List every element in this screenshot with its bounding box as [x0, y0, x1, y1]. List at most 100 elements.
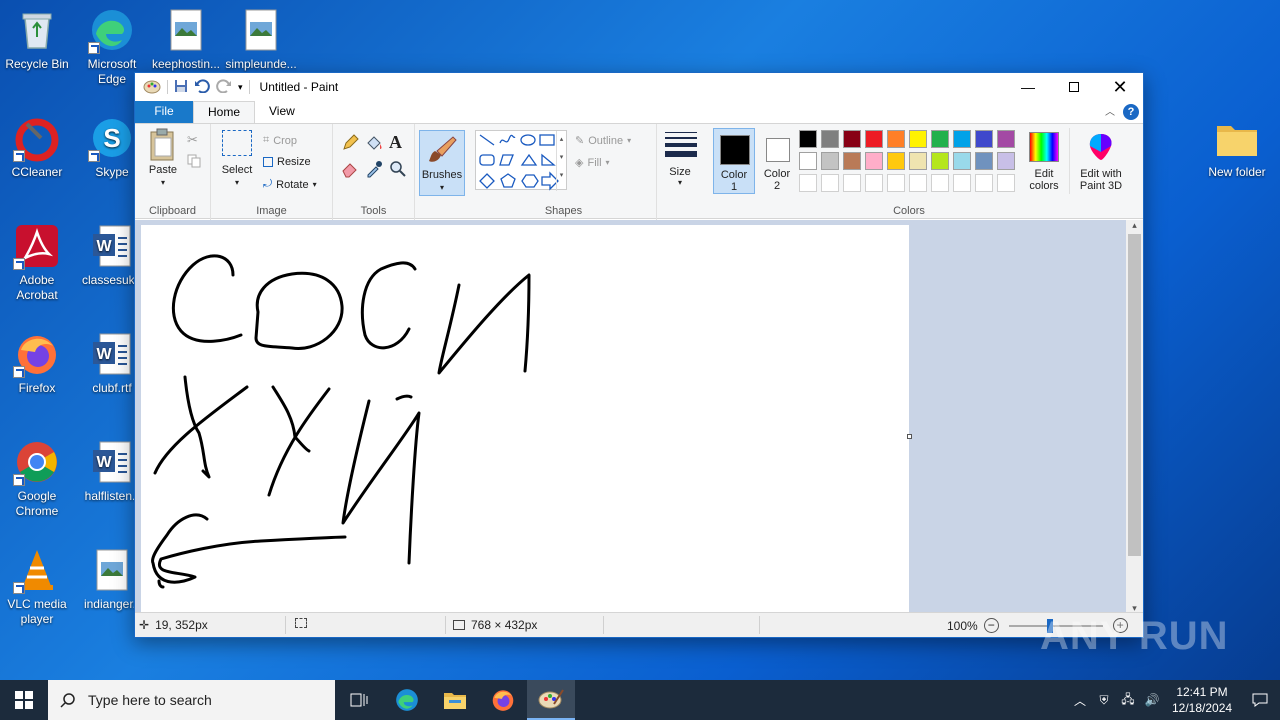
- svg-text:W: W: [96, 346, 112, 363]
- crop-button[interactable]: ⌗ Crop: [263, 134, 297, 147]
- palette-swatch[interactable]: [975, 152, 993, 170]
- desktop-icon-new-folder[interactable]: New folder: [1201, 114, 1273, 180]
- desktop-icon-vlc[interactable]: VLC media player: [1, 546, 73, 627]
- desktop-icon-ccleaner[interactable]: CCleaner: [1, 114, 73, 180]
- collapse-ribbon-icon[interactable]: ︿: [1105, 103, 1115, 118]
- palette-swatch[interactable]: [931, 130, 949, 148]
- text-icon[interactable]: A: [389, 132, 402, 153]
- edit-with-paint3d-button[interactable]: Edit with Paint 3D: [1069, 128, 1131, 194]
- eraser-icon[interactable]: [341, 160, 359, 181]
- taskbar-firefox[interactable]: [479, 680, 527, 720]
- network-icon[interactable]: 🖧: [1116, 690, 1140, 711]
- maximize-button[interactable]: [1051, 73, 1097, 101]
- firefox-icon: [13, 330, 61, 378]
- taskbar-paint[interactable]: [527, 680, 575, 720]
- task-view-button[interactable]: [335, 680, 383, 720]
- taskbar-search-box[interactable]: Type here to search: [48, 680, 335, 720]
- color1-button[interactable]: Color 1: [713, 128, 755, 194]
- minimize-button[interactable]: —: [1005, 73, 1051, 101]
- canvas-resize-handle-right[interactable]: [907, 434, 912, 439]
- magnifier-icon[interactable]: [389, 160, 407, 181]
- notification-center-button[interactable]: [1240, 692, 1280, 708]
- palette-swatch[interactable]: [931, 152, 949, 170]
- palette-swatch[interactable]: [887, 152, 905, 170]
- palette-swatch[interactable]: [887, 174, 905, 192]
- tab-file[interactable]: File: [135, 101, 193, 123]
- select-button[interactable]: Select ▾: [219, 128, 255, 190]
- tab-view[interactable]: View: [255, 101, 309, 123]
- palette-swatch[interactable]: [953, 174, 971, 192]
- palette-swatch[interactable]: [865, 152, 883, 170]
- color2-button[interactable]: Color 2: [757, 128, 799, 194]
- search-icon: [60, 693, 75, 708]
- save-icon[interactable]: [174, 79, 188, 96]
- palette-swatch[interactable]: [997, 152, 1015, 170]
- desktop-icon-simpleunde[interactable]: simpleunde...: [225, 6, 297, 72]
- desktop-icon-chrome[interactable]: Google Chrome: [1, 438, 73, 519]
- volume-icon[interactable]: 🔊: [1140, 693, 1164, 707]
- help-icon[interactable]: ?: [1123, 104, 1139, 120]
- desktop-icon-acrobat[interactable]: Adobe Acrobat: [1, 222, 73, 303]
- fill-button[interactable]: ◈ Fill ▾: [575, 156, 610, 170]
- show-hidden-icons-icon[interactable]: ︿: [1068, 692, 1092, 709]
- taskbar-file-explorer[interactable]: [431, 680, 479, 720]
- image-group: Select ▾ ⌗ Crop Resize ⤾ Rotate ▾ Image: [211, 124, 333, 220]
- palette-swatch[interactable]: [909, 130, 927, 148]
- palette-swatch[interactable]: [821, 130, 839, 148]
- palette-swatch[interactable]: [843, 174, 861, 192]
- palette-swatch[interactable]: [997, 174, 1015, 192]
- pencil-icon[interactable]: [341, 134, 359, 155]
- palette-swatch[interactable]: [909, 174, 927, 192]
- resize-label: Resize: [277, 156, 311, 168]
- customize-qat-icon[interactable]: ▾: [238, 82, 243, 93]
- shapes-gallery[interactable]: ▴ ▾ ▾: [475, 130, 567, 191]
- palette-swatch[interactable]: [931, 174, 949, 192]
- undo-icon[interactable]: [194, 78, 210, 96]
- rotate-button[interactable]: ⤾ Rotate ▾: [263, 178, 317, 191]
- size-group[interactable]: Size ▾: [657, 124, 709, 220]
- fill-icon: ◈: [575, 157, 584, 169]
- copy-icon[interactable]: [187, 154, 201, 171]
- palette-swatch[interactable]: [975, 174, 993, 192]
- paint3d-icon: [1089, 134, 1112, 160]
- redo-icon[interactable]: [216, 78, 232, 96]
- fill-bucket-icon[interactable]: [365, 134, 383, 155]
- drawing-canvas[interactable]: [141, 225, 909, 614]
- scroll-up-icon[interactable]: ▴: [1126, 220, 1143, 231]
- palette-swatch[interactable]: [887, 130, 905, 148]
- palette-swatch[interactable]: [953, 130, 971, 148]
- close-button[interactable]: ✕: [1097, 73, 1143, 101]
- tab-home[interactable]: Home: [193, 101, 256, 123]
- desktop-icon-firefox[interactable]: Firefox: [1, 330, 73, 396]
- palette-swatch[interactable]: [975, 130, 993, 148]
- palette-swatch[interactable]: [821, 152, 839, 170]
- palette-swatch[interactable]: [799, 174, 817, 192]
- color-picker-icon[interactable]: [365, 160, 383, 181]
- palette-swatch[interactable]: [953, 152, 971, 170]
- edit-colors-button[interactable]: Edit colors: [1023, 128, 1065, 194]
- desktop-icon-recycle-bin[interactable]: Recycle Bin: [1, 6, 73, 72]
- palette-swatch[interactable]: [799, 152, 817, 170]
- paste-button[interactable]: Paste ▾: [145, 128, 181, 190]
- cut-icon[interactable]: ✂: [187, 132, 198, 148]
- desktop-icon-keephostin[interactable]: keephostin...: [150, 6, 222, 72]
- taskbar-edge[interactable]: [383, 680, 431, 720]
- start-button[interactable]: [0, 680, 48, 720]
- palette-swatch[interactable]: [821, 174, 839, 192]
- resize-button[interactable]: Resize: [263, 156, 311, 168]
- zoom-out-icon[interactable]: −: [983, 618, 999, 633]
- vertical-scrollbar[interactable]: ▴ ▾: [1126, 220, 1143, 614]
- palette-swatch[interactable]: [865, 174, 883, 192]
- palette-swatch[interactable]: [843, 130, 861, 148]
- outline-button[interactable]: ✎ Outline ▾: [575, 134, 631, 148]
- palette-swatch[interactable]: [997, 130, 1015, 148]
- palette-swatch[interactable]: [843, 152, 861, 170]
- clock[interactable]: 12:41 PM 12/18/2024: [1164, 684, 1240, 716]
- brushes-button[interactable]: Brushes ▾: [419, 130, 465, 196]
- security-icon[interactable]: ⛨: [1092, 693, 1116, 708]
- scrollbar-thumb[interactable]: [1128, 234, 1141, 556]
- palette-swatch[interactable]: [865, 130, 883, 148]
- palette-swatch[interactable]: [799, 130, 817, 148]
- palette-swatch[interactable]: [909, 152, 927, 170]
- gallery-scroll[interactable]: ▴ ▾ ▾: [556, 131, 566, 191]
